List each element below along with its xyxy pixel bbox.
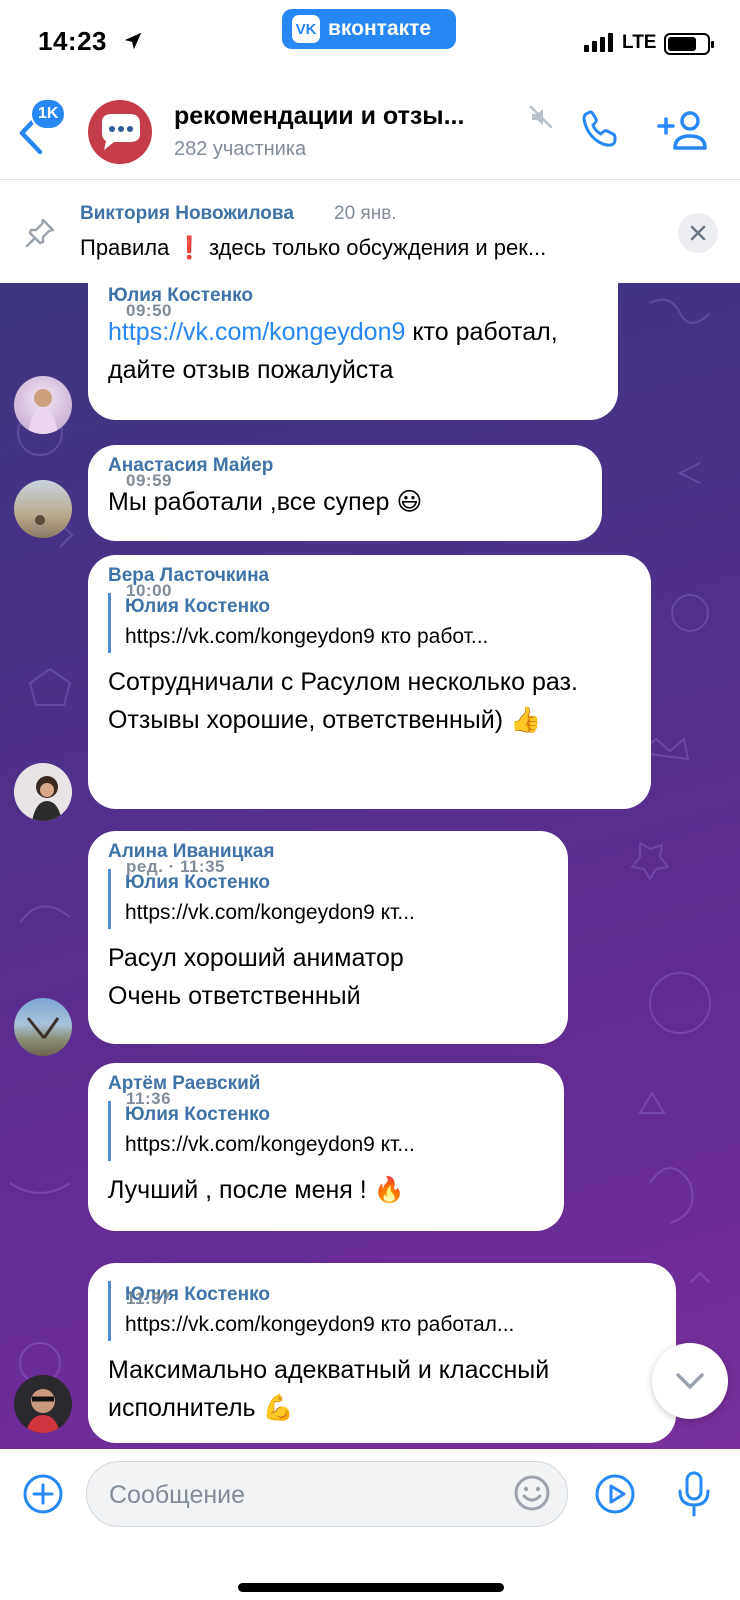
message-bubble[interactable]: Анастасия Майер Мы работали ,все супер 😃… [88, 445, 602, 541]
member-count: 282 участника [174, 138, 307, 160]
location-arrow-icon [124, 32, 142, 50]
emoji-icon[interactable] [512, 1473, 552, 1513]
message-bubble[interactable]: Алина Иваницкая Юлия Костенко https://vk… [88, 831, 568, 1044]
user-avatar[interactable] [14, 376, 72, 434]
message-composer: Сообщение [0, 1449, 740, 1600]
message-bubble[interactable]: Артём Раевский Юлия Костенко https://vk.… [88, 1063, 564, 1231]
message-time: 09:59 [126, 471, 172, 490]
avatar-photo [26, 1389, 60, 1433]
group-avatar[interactable] [88, 100, 152, 164]
pinned-message[interactable]: Виктория Новожилова 20 янв. Правила ❗️ з… [0, 181, 740, 283]
avatar-photo [32, 776, 62, 821]
chevron-down-icon [676, 1373, 704, 1389]
home-indicator [238, 1583, 504, 1592]
chat-history[interactable]: Юлия Костенко https://vk.com/kongeydon9 … [0, 283, 740, 1449]
add-user-icon[interactable] [656, 108, 712, 152]
avatar-photo [26, 1017, 60, 1039]
mic-icon[interactable] [674, 1469, 714, 1519]
back-to-app-pill[interactable]: VK вконтакте [282, 9, 456, 49]
play-icon[interactable] [594, 1473, 636, 1515]
message-time: 11:36 [126, 1089, 172, 1108]
battery-icon [664, 33, 714, 55]
close-pinned-button[interactable] [678, 213, 718, 253]
plus-icon[interactable] [22, 1473, 64, 1515]
avatar-photo [28, 389, 58, 434]
message-input[interactable]: Сообщение [86, 1461, 568, 1527]
pinned-text: Правила ❗️ здесь только обсуждения и рек… [80, 235, 547, 260]
phone-icon[interactable] [578, 108, 620, 150]
user-avatar[interactable] [14, 763, 72, 821]
avatar-photo [35, 515, 45, 525]
pin-icon [25, 218, 55, 248]
scroll-down-button[interactable] [652, 1343, 728, 1419]
status-time: 14:23 [38, 26, 107, 56]
message-bubble[interactable]: Юлия Костенко https://vk.com/kongeydon9 … [88, 283, 618, 420]
user-avatar[interactable] [14, 1375, 72, 1433]
chat-title[interactable]: рекомендации и отзы... [174, 102, 514, 131]
chat-bubble-icon [102, 114, 140, 150]
chat-header: 1K рекомендации и отзы... 282 участника [0, 82, 740, 180]
status-bar: 14:23 VK вконтакте LTE [0, 0, 740, 82]
vk-logo-icon: VK [292, 15, 320, 43]
close-icon [690, 225, 706, 241]
message-time: 09:50 [126, 301, 172, 320]
message-bubble[interactable]: Вера Ласточкина Юлия Костенко https://vk… [88, 555, 651, 809]
pinned-date: 20 янв. [334, 203, 397, 224]
signal-icon [584, 33, 613, 52]
message-time: 10:00 [126, 581, 172, 600]
message-input-placeholder: Сообщение [109, 1481, 246, 1509]
unread-badge: 1K [30, 98, 67, 130]
message-bubble[interactable]: Юлия Костенко https://vk.com/kongeydon9 … [88, 1263, 676, 1443]
mute-icon [529, 105, 553, 129]
pinned-author: Виктория Новожилова [80, 203, 294, 224]
message-time: ред. · 11:35 [126, 857, 226, 876]
app-pill-label: вконтакте [328, 17, 432, 40]
message-time: 11:37 [126, 1289, 172, 1308]
user-avatar[interactable] [14, 480, 72, 538]
network-label: LTE [622, 32, 657, 53]
user-avatar[interactable] [14, 998, 72, 1056]
